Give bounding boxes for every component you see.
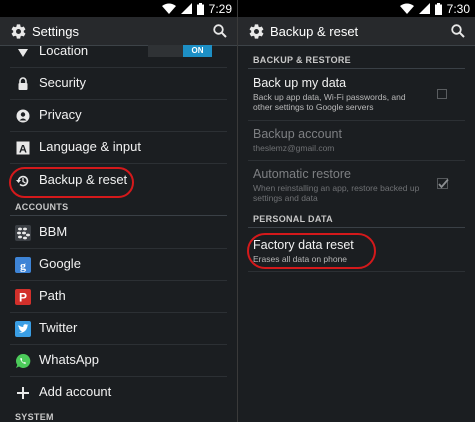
backup-my-data-item[interactable]: Back up my data Back up app data, Wi-Fi … [253,76,465,112]
status-bar: 7:30 [238,0,475,17]
account-item-label: WhatsApp [39,352,99,367]
bbm-icon [15,225,31,241]
svg-text:P: P [19,291,27,305]
account-item-label: Google [39,256,81,271]
wifi-icon [399,3,414,14]
add-account-button[interactable]: Add account [0,377,237,409]
account-item-google[interactable]: g Google [0,249,237,281]
plus-icon [17,387,29,399]
settings-screen: 7:29 Settings Location ON Security Priva… [0,0,237,422]
gear-icon[interactable] [248,23,265,40]
highlight-oval [247,233,376,269]
account-item-label: Twitter [39,320,78,335]
page-title[interactable]: Backup & reset [270,24,358,39]
account-item-label: Path [39,288,66,303]
google-icon: g [15,257,31,273]
path-icon: P [15,289,31,305]
section-header-backup-restore: BACKUP & RESTORE [253,55,351,65]
item-subtitle: Back up app data, Wi-Fi passwords, and o… [253,92,406,112]
signal-icon [180,3,192,14]
settings-item-label: Location [39,43,89,58]
account-item-twitter[interactable]: Twitter [0,313,237,345]
battery-icon [434,2,442,15]
svg-text:g: g [20,259,26,273]
action-bar: Backup & reset [238,17,475,46]
language-icon: A [16,141,30,156]
privacy-icon [16,109,30,123]
signal-icon [418,3,430,14]
backup-reset-screen: 7:30 Backup & reset BACKUP & RESTORE Bac… [238,0,475,422]
account-item-bbm[interactable]: BBM [0,217,237,249]
account-item-whatsapp[interactable]: WhatsApp [0,345,237,377]
wifi-icon [161,3,176,14]
backup-data-checkbox[interactable] [437,89,447,99]
settings-item-security[interactable]: Security [0,68,237,100]
item-title: Back up my data [253,76,347,90]
settings-item-privacy[interactable]: Privacy [0,100,237,132]
location-toggle-on-label: ON [183,45,212,57]
backup-account-item[interactable]: Backup account theslemz@gmail.com [253,127,465,153]
account-item-label: Add account [39,384,112,399]
item-subtitle: theslemz@gmail.com [253,143,335,153]
section-header-personal-data: PERSONAL DATA [253,214,333,224]
battery-icon [196,2,204,15]
section-header-accounts: ACCOUNTS [15,202,69,212]
section-header-system: SYSTEM [15,412,54,422]
status-time: 7:30 [446,1,470,16]
settings-item-language[interactable]: A Language & input [0,132,237,164]
twitter-icon [15,321,31,337]
lock-icon [18,77,28,90]
status-time: 7:29 [208,1,232,16]
settings-item-label: Language & input [39,139,141,154]
automatic-restore-checkbox[interactable] [437,178,449,190]
svg-text:A: A [19,144,27,156]
whatsapp-icon [16,353,31,368]
item-title: Automatic restore [253,167,351,181]
highlight-oval [9,167,134,198]
location-icon [18,49,28,57]
settings-item-label: Security [39,75,86,90]
settings-item-label: Privacy [39,107,82,122]
account-item-label: BBM [39,224,68,239]
item-title: Backup account [253,127,342,141]
search-icon[interactable] [451,24,465,38]
status-bar: 7:29 [0,0,237,17]
account-item-path[interactable]: P Path [0,281,237,313]
automatic-restore-item[interactable]: Automatic restore When reinstalling an a… [253,167,465,203]
item-subtitle: When reinstalling an app, restore backed… [253,183,420,203]
